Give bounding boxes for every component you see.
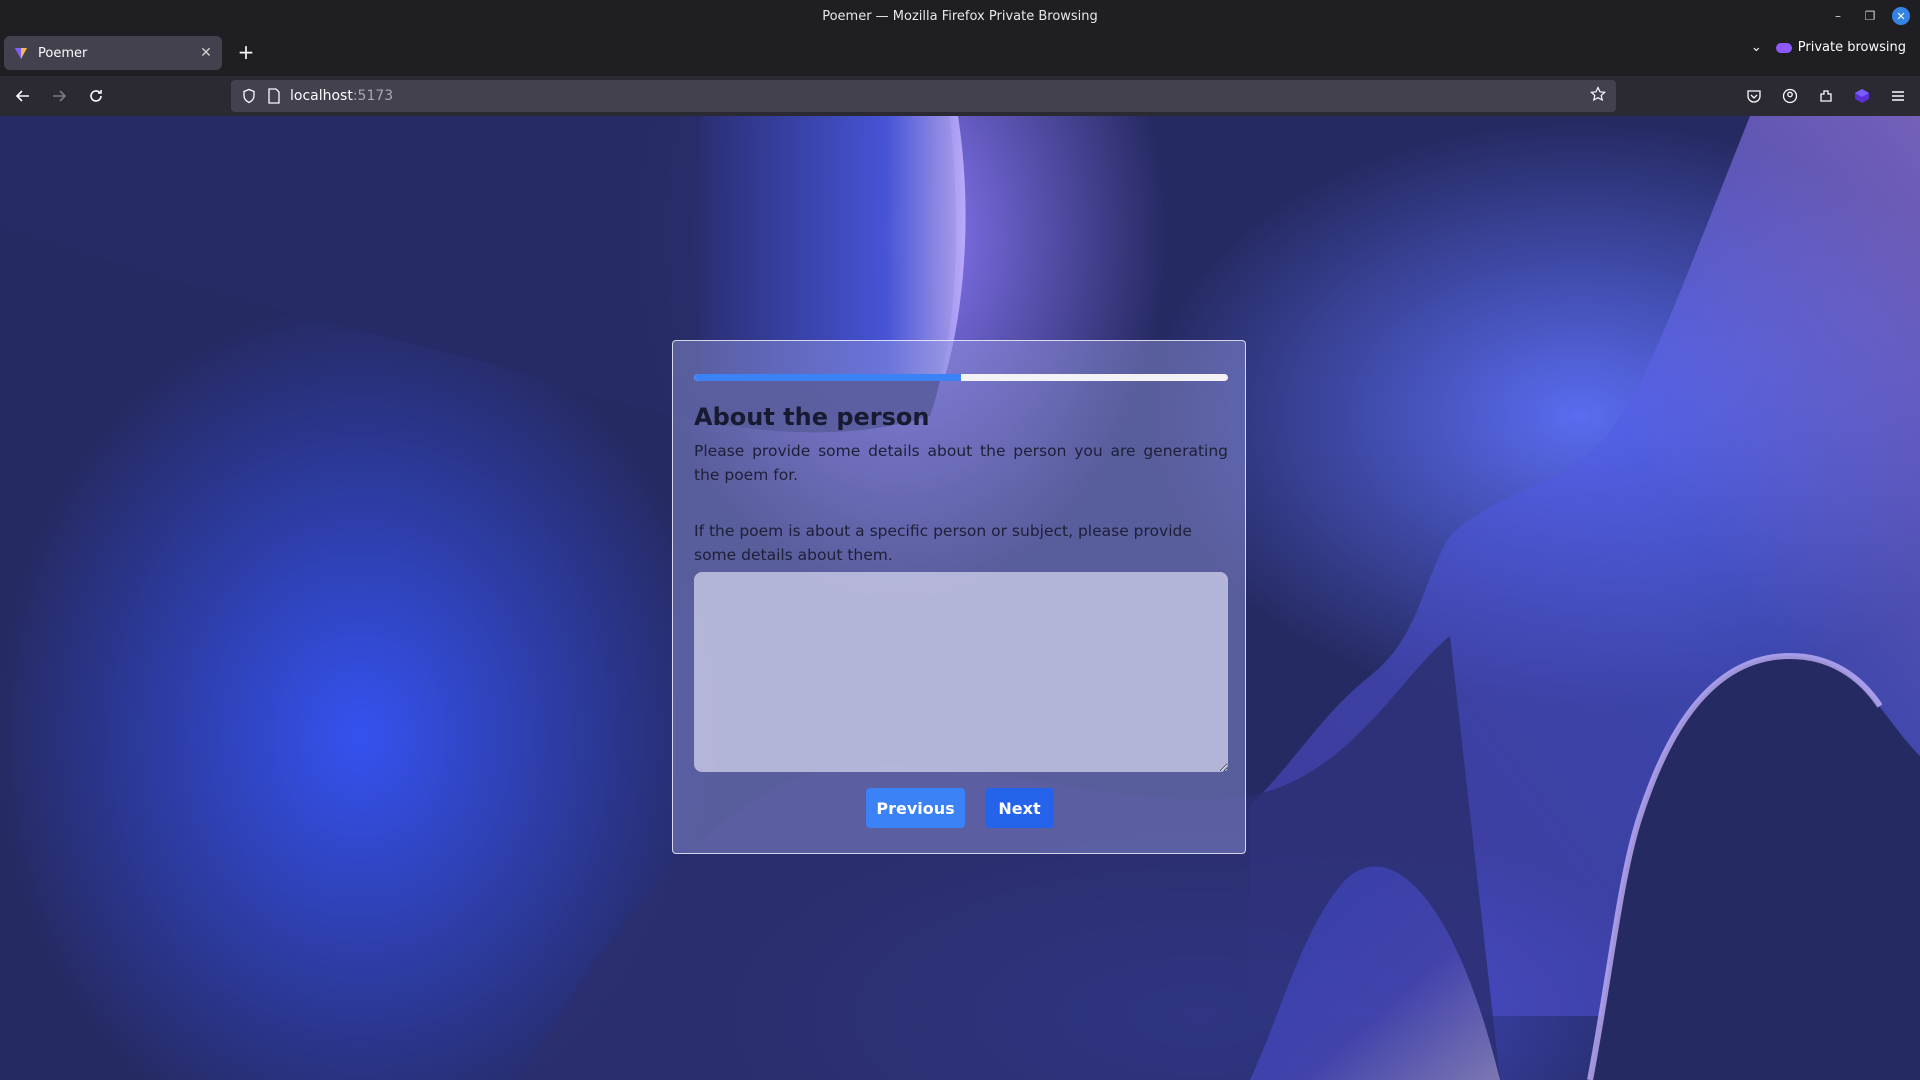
tabbar-right: ⌄ Private browsing	[1751, 40, 1906, 55]
private-mask-icon	[1775, 42, 1792, 53]
page-info-icon[interactable]	[267, 88, 281, 104]
previous-button[interactable]: Previous	[866, 788, 965, 828]
nav-right-toolbar	[1742, 84, 1910, 108]
page-viewport: About the person Please provide some det…	[0, 116, 1920, 1080]
url-port: :5173	[352, 88, 394, 104]
url-bar[interactable]: localhost:5173	[231, 80, 1616, 112]
close-tab-icon[interactable]: ✕	[194, 45, 218, 61]
person-details-textarea[interactable]	[694, 572, 1228, 772]
progress-bar	[694, 374, 1228, 381]
extension-cube-icon[interactable]	[1850, 84, 1874, 108]
reload-icon[interactable]	[84, 84, 108, 108]
tab-bar: Poemer ✕ + ⌄ Private browsing	[0, 32, 1920, 76]
pocket-icon[interactable]	[1742, 84, 1766, 108]
step-description: Please provide some details about the pe…	[694, 442, 1228, 484]
restore-icon[interactable]: ❐	[1860, 6, 1880, 26]
next-button[interactable]: Next	[985, 788, 1054, 828]
tracking-shield-icon[interactable]	[241, 88, 257, 104]
private-browsing-indicator: Private browsing	[1775, 40, 1906, 55]
minimize-icon[interactable]: –	[1828, 6, 1848, 26]
private-browsing-label: Private browsing	[1797, 40, 1906, 55]
extensions-icon[interactable]	[1814, 84, 1838, 108]
tab-poemer[interactable]: Poemer ✕	[4, 36, 222, 70]
forward-icon[interactable]	[47, 84, 71, 108]
bookmark-star-icon[interactable]	[1590, 86, 1606, 106]
poemer-favicon-icon	[15, 48, 27, 59]
new-tab-icon[interactable]: +	[234, 41, 258, 65]
tab-title: Poemer	[38, 45, 88, 61]
details-field-label: If the poem is about a specific person o…	[694, 522, 1192, 564]
close-window-icon[interactable]: ✕	[1892, 7, 1910, 25]
account-icon[interactable]	[1778, 84, 1802, 108]
progress-fill	[694, 374, 961, 381]
url-host: localhost	[290, 88, 353, 104]
window-title: Poemer — Mozilla Firefox Private Browsin…	[822, 8, 1098, 24]
step-title: About the person	[694, 403, 930, 431]
navigation-bar: localhost:5173	[0, 76, 1920, 116]
window-controls: – ❐ ✕	[1828, 6, 1910, 26]
window-titlebar: Poemer — Mozilla Firefox Private Browsin…	[0, 0, 1920, 32]
form-card: About the person Please provide some det…	[672, 340, 1246, 854]
list-all-tabs-icon[interactable]: ⌄	[1751, 40, 1762, 55]
menu-hamburger-icon[interactable]	[1886, 84, 1910, 108]
back-icon[interactable]	[11, 84, 35, 108]
